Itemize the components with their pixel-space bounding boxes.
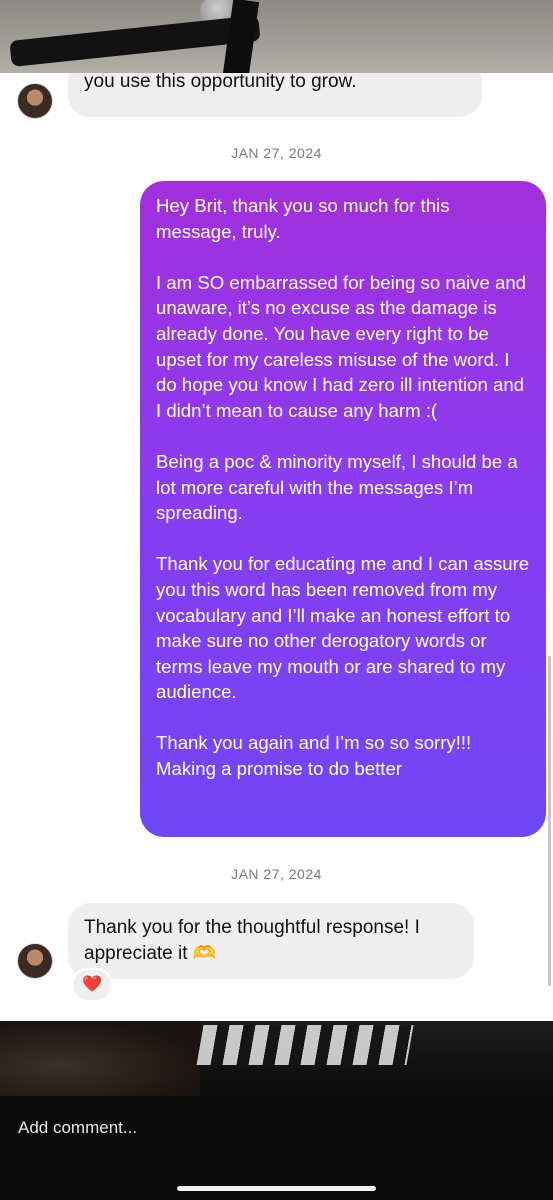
outgoing-paragraph: Thank you for educating me and I can ass… [156,553,530,703]
sender-avatar [17,83,53,119]
scrollbar[interactable] [548,656,551,986]
dm-screenshot: you use this opportunity to grow. JAN 27… [0,73,553,1021]
incoming-message-text: Thank you for the thoughtful response! I… [84,917,420,964]
date-separator: JAN 27, 2024 [231,866,322,882]
sender-avatar [17,943,53,979]
incoming-message-bubble: you use this opportunity to grow. [68,73,482,117]
outgoing-paragraph: Hey Brit, thank you so much for this mes… [156,195,450,242]
shirt-print-shape [196,1025,414,1065]
door-handle-shape [9,15,261,67]
incoming-message-bubble: Thank you for the thoughtful response! I… [68,903,474,979]
heart-reaction-icon[interactable]: ❤️ [72,968,112,1002]
hair-shape [0,1021,200,1096]
outgoing-paragraph: Being a poc & minority myself, I should … [156,450,518,524]
outgoing-paragraph: I am SO embarrassed for being so naive a… [156,271,527,421]
comment-bar: Add comment... [0,1096,553,1200]
background-photo-bottom [0,1021,553,1096]
home-indicator [177,1186,376,1191]
outgoing-paragraph: Thank you again and I’m so so sorry!!! M… [156,732,472,780]
background-photo-top [0,0,553,76]
add-comment-input[interactable]: Add comment... [18,1118,137,1138]
date-separator: JAN 27, 2024 [231,145,322,161]
incoming-message-text: you use this opportunity to grow. [84,73,357,92]
outgoing-message-bubble: Hey Brit, thank you so much for this mes… [140,181,546,837]
